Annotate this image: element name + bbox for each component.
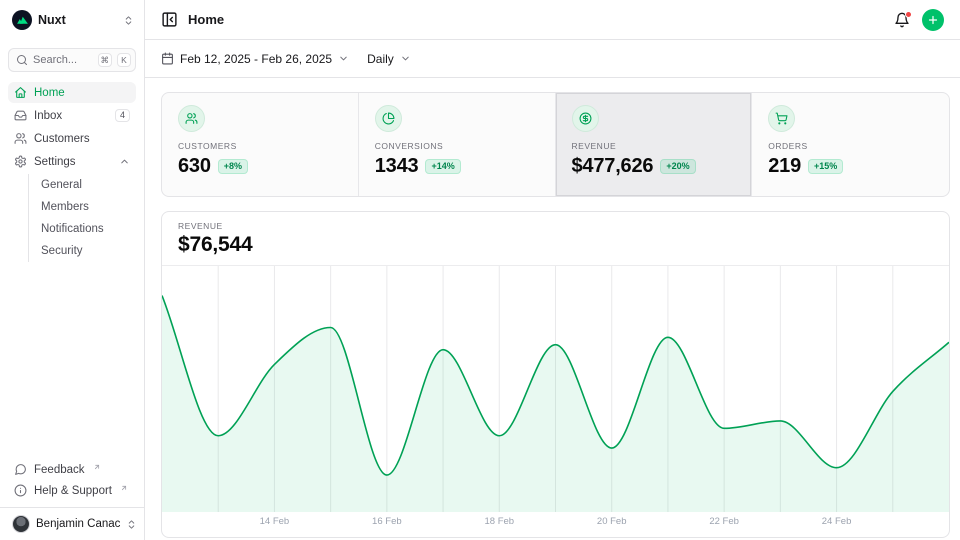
stat-card-customers[interactable]: CUSTOMERS 630 +8% <box>162 93 359 196</box>
inbox-icon <box>14 109 27 122</box>
gear-icon <box>14 155 27 168</box>
chat-bubble-icon <box>14 463 27 476</box>
x-tick-label: 18 Feb <box>484 516 514 527</box>
sidebar-item-general[interactable]: General <box>41 174 136 196</box>
x-tick-label: 14 Feb <box>260 516 290 527</box>
users-icon <box>14 132 27 145</box>
users-icon <box>178 105 205 132</box>
x-tick-label: 24 Feb <box>822 516 852 527</box>
stat-card-orders[interactable]: ORDERS 219 +15% <box>752 93 949 196</box>
x-tick-label: 22 Feb <box>709 516 739 527</box>
sidebar-item-label: Customers <box>34 133 90 145</box>
app: Nuxt Search... ⌘ K Home Inbox 4 Customer… <box>0 0 960 540</box>
chart-header: REVENUE $76,544 <box>162 212 949 266</box>
stat-card-revenue[interactable]: REVENUE $477,626 +20% <box>556 93 753 196</box>
chart-x-axis: 14 Feb 16 Feb 18 Feb 20 Feb 22 Feb 24 Feb <box>162 512 949 532</box>
chevron-down-icon <box>400 53 411 64</box>
stat-change-badge: +20% <box>660 159 695 174</box>
user-menu[interactable]: Benjamin Canac <box>0 507 144 540</box>
inbox-count-badge: 4 <box>115 109 130 123</box>
stat-value: 219 <box>768 155 801 178</box>
granularity-select[interactable]: Daily <box>367 52 411 66</box>
stat-label: REVENUE <box>572 141 736 151</box>
x-tick-label: 16 Feb <box>372 516 402 527</box>
sidebar-footer: Feedback Help & Support <box>0 453 144 507</box>
stat-value: $477,626 <box>572 155 654 178</box>
header-actions <box>894 9 944 31</box>
feedback-label: Feedback <box>34 464 85 476</box>
avatar <box>12 515 30 533</box>
revenue-chart-card: REVENUE $76,544 14 Feb 16 Feb 18 Feb 20 Feb… <box>161 211 950 538</box>
search-icon <box>16 54 28 66</box>
granularity-value: Daily <box>367 52 394 66</box>
stat-label: CUSTOMERS <box>178 141 342 151</box>
cart-icon <box>768 105 795 132</box>
calendar-icon <box>161 52 174 65</box>
notification-dot <box>905 11 912 18</box>
house-icon <box>14 86 27 99</box>
page-title: Home <box>188 12 224 27</box>
sidebar-item-label: Settings <box>34 156 76 168</box>
kbd-k: K <box>117 53 131 67</box>
stat-value: 1343 <box>375 155 419 178</box>
stat-change-badge: +15% <box>808 159 843 174</box>
sidebar-item-label: Inbox <box>34 110 62 122</box>
external-link-icon <box>93 463 101 471</box>
chevrons-up-down-icon <box>123 15 134 26</box>
page-header: Home <box>145 0 960 40</box>
area-chart-svg <box>162 266 949 512</box>
settings-subnav: General Members Notifications Security <box>28 174 136 262</box>
stat-change-badge: +8% <box>218 159 248 174</box>
stat-change-badge: +14% <box>425 159 460 174</box>
sidebar-item-inbox[interactable]: Inbox 4 <box>8 105 136 126</box>
stat-label: ORDERS <box>768 141 933 151</box>
revenue-area-chart[interactable] <box>162 266 949 512</box>
x-tick-label: 20 Feb <box>597 516 627 527</box>
date-range-value: Feb 12, 2025 - Feb 26, 2025 <box>180 52 332 66</box>
chevron-down-icon <box>338 53 349 64</box>
help-support-link[interactable]: Help & Support <box>8 480 136 501</box>
chart-title: REVENUE <box>178 221 933 231</box>
search-placeholder: Search... <box>33 54 93 66</box>
main: Home Feb 12, 2025 - Feb 26, 2025 Daily <box>145 0 960 540</box>
stat-card-conversions[interactable]: CONVERSIONS 1343 +14% <box>359 93 556 196</box>
sidebar-item-notifications[interactable]: Notifications <box>41 218 136 240</box>
notifications-button[interactable] <box>894 12 910 28</box>
sidebar: Nuxt Search... ⌘ K Home Inbox 4 Customer… <box>0 0 145 540</box>
search-input[interactable]: Search... ⌘ K <box>8 48 136 72</box>
feedback-link[interactable]: Feedback <box>8 459 136 480</box>
stat-value: 630 <box>178 155 211 178</box>
stats-panel: CUSTOMERS 630 +8% CONVERSIONS 1343 +14% <box>161 92 950 197</box>
stat-label: CONVERSIONS <box>375 141 539 151</box>
chart-current-value: $76,544 <box>178 233 933 257</box>
sidebar-item-security[interactable]: Security <box>41 240 136 262</box>
content: CUSTOMERS 630 +8% CONVERSIONS 1343 +14% <box>145 78 960 540</box>
date-range-picker[interactable]: Feb 12, 2025 - Feb 26, 2025 <box>161 52 349 66</box>
sidebar-item-label: Home <box>34 87 65 99</box>
chevron-up-icon <box>119 156 130 167</box>
workspace-name: Nuxt <box>38 13 66 27</box>
collapse-sidebar-button[interactable] <box>161 11 178 28</box>
add-button[interactable] <box>922 9 944 31</box>
external-link-icon <box>120 484 128 492</box>
sidebar-item-home[interactable]: Home <box>8 82 136 103</box>
plus-icon <box>927 14 939 26</box>
filters-toolbar: Feb 12, 2025 - Feb 26, 2025 Daily <box>145 40 960 78</box>
chart-pie-icon <box>375 105 402 132</box>
info-icon <box>14 484 27 497</box>
help-support-label: Help & Support <box>34 485 112 497</box>
user-name: Benjamin Canac <box>36 518 120 530</box>
circle-dollar-icon <box>572 105 599 132</box>
chevrons-up-down-icon <box>126 519 137 530</box>
sidebar-item-members[interactable]: Members <box>41 196 136 218</box>
sidebar-item-customers[interactable]: Customers <box>8 128 136 149</box>
kbd-meta: ⌘ <box>98 53 113 67</box>
sidebar-nav: Home Inbox 4 Customers Settings General … <box>0 82 144 264</box>
sidebar-item-settings[interactable]: Settings <box>8 151 136 172</box>
nuxt-logo-icon <box>12 10 32 30</box>
workspace-switcher[interactable]: Nuxt <box>0 0 144 40</box>
